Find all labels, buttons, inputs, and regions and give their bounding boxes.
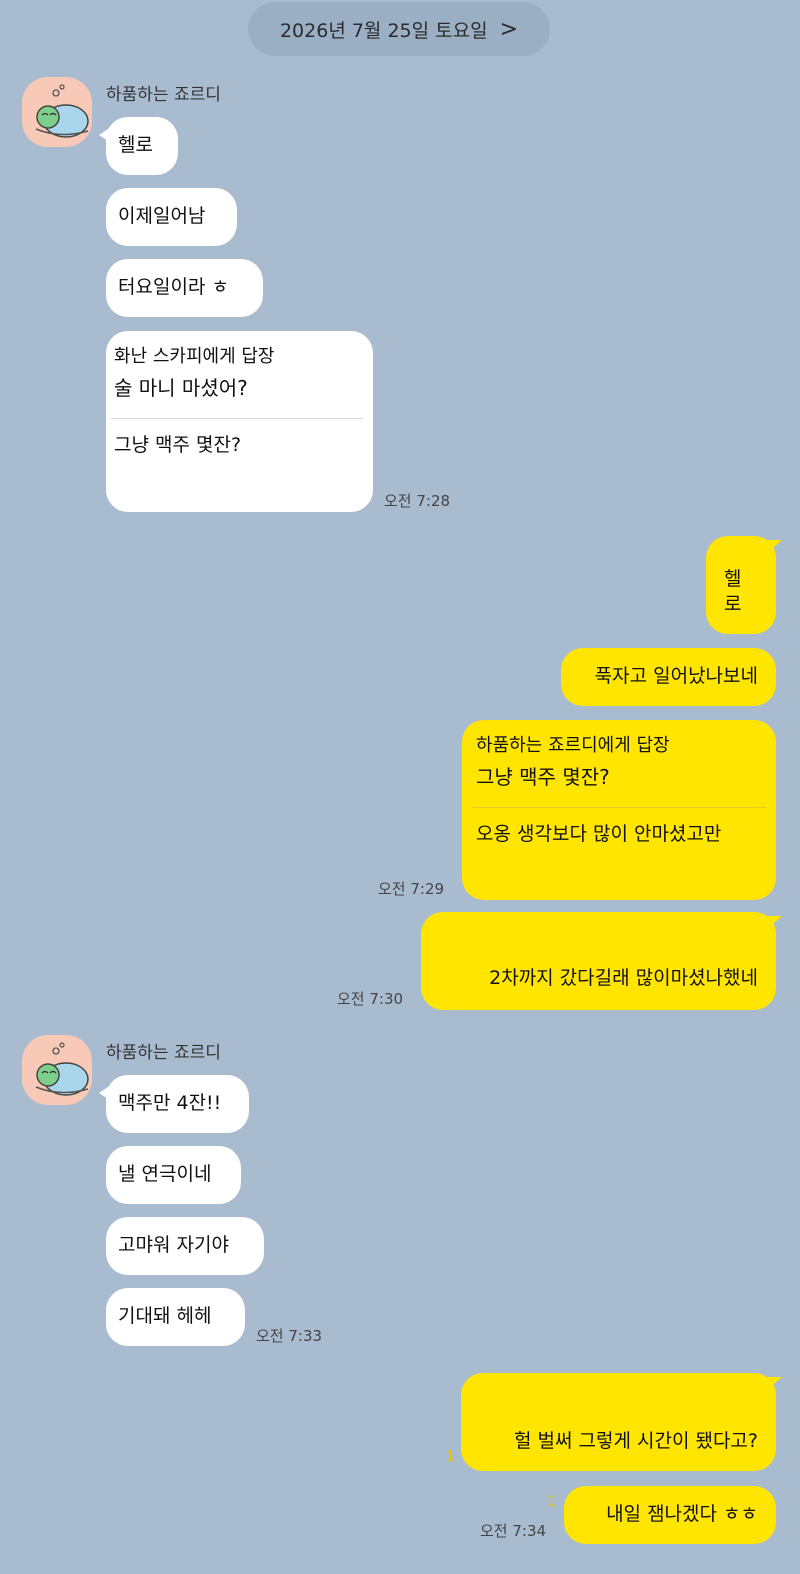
message-bubble[interactable]: 헬로 xyxy=(99,117,178,175)
unread-count: 1 xyxy=(446,1449,455,1465)
sleepy-dinosaur-icon xyxy=(35,84,89,138)
message-time: 오전 7:28 xyxy=(384,492,451,510)
message-time: 오전 7:29 xyxy=(378,880,445,898)
avatar[interactable] xyxy=(22,77,92,147)
my-message-bubble[interactable]: 헐 벌써 그렇게 시간이 됐다고? xyxy=(461,1373,782,1471)
my-message-bubble[interactable]: 푹자고 일어났나보네 xyxy=(561,648,776,706)
message-time: 오전 7:33 xyxy=(256,1327,323,1345)
reply-text: 오옹 생각보다 많이 안마셨고만 xyxy=(476,823,722,846)
my-message-bubble[interactable]: 헬로 xyxy=(706,536,782,634)
sender-name: 하품하는 죠르디 xyxy=(106,1043,221,1063)
reply-title: 하품하는 죠르디에게 답장 xyxy=(476,735,670,756)
date-header[interactable]: 2026년 7월 25일 토요일 > xyxy=(248,2,550,56)
message-bubble[interactable]: 맥주만 4잔!! xyxy=(99,1075,249,1133)
message-bubble[interactable]: 기대돼 헤헤 xyxy=(106,1288,245,1346)
reply-quote: 그냥 맥주 몇잔? xyxy=(476,765,610,790)
message-time: 오전 7:34 xyxy=(480,1522,547,1540)
sender-name: 하품하는 죠르디 xyxy=(106,85,221,105)
sleepy-dinosaur-icon xyxy=(35,1042,89,1096)
avatar[interactable] xyxy=(22,1035,92,1105)
reply-title: 화난 스카피에게 답장 xyxy=(114,346,275,367)
divider xyxy=(472,807,766,809)
reply-quote: 술 마니 마셨어? xyxy=(114,376,248,401)
message-bubble[interactable]: 이제일어남 xyxy=(106,188,237,246)
my-message-bubble[interactable]: 내일 잼나겠다 ㅎㅎ xyxy=(564,1486,776,1544)
message-bubble[interactable]: 고먀워 자기야 xyxy=(106,1217,264,1275)
chevron-right-icon: > xyxy=(499,16,519,42)
date-label: 2026년 7월 25일 토요일 xyxy=(279,19,488,42)
reply-bubble[interactable]: 화난 스카피에게 답장 술 마니 마셨어? 그냥 맥주 몇잔? xyxy=(106,331,373,512)
message-time: 오전 7:30 xyxy=(337,990,404,1008)
divider xyxy=(110,418,363,420)
reply-text: 그냥 맥주 몇잔? xyxy=(114,434,242,457)
message-bubble[interactable]: 낼 연극이네 xyxy=(106,1146,241,1204)
my-reply-bubble[interactable]: 하품하는 죠르디에게 답장 그냥 맥주 몇잔? 오옹 생각보다 많이 안마셨고만 xyxy=(462,720,776,900)
message-bubble[interactable]: 터요일이라 ㅎ xyxy=(106,259,263,317)
unread-count: 1 xyxy=(547,1494,556,1510)
my-message-bubble[interactable]: 2차까지 갔다길래 많이마셨나했네 xyxy=(421,912,782,1010)
